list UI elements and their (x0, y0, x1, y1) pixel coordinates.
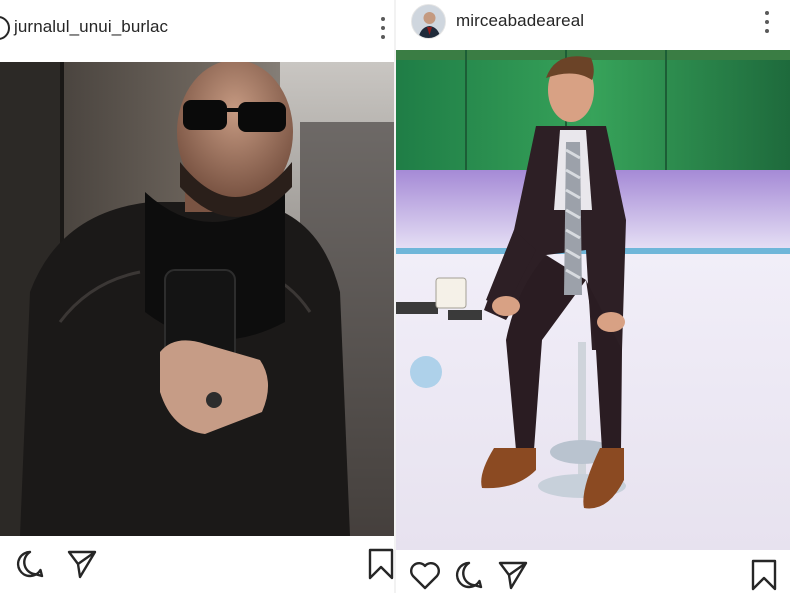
username-link[interactable]: mirceabadeareal (456, 11, 584, 31)
post-photo[interactable] (396, 50, 790, 550)
like-icon[interactable] (408, 558, 442, 592)
post-actions (396, 558, 790, 593)
post-photo[interactable] (0, 62, 394, 536)
more-vertical-icon[interactable] (762, 11, 772, 33)
post-header: jurnalul_unui_burlac (0, 0, 394, 58)
avatar[interactable] (411, 4, 446, 39)
elevator-selfie-image (0, 62, 394, 536)
bookmark-icon[interactable] (364, 547, 394, 581)
comment-icon[interactable] (452, 558, 486, 592)
tv-studio-image (396, 50, 790, 550)
avatar[interactable] (0, 16, 10, 40)
comment-icon[interactable] (13, 547, 47, 581)
username-link[interactable]: jurnalul_unui_burlac (14, 17, 168, 37)
more-vertical-icon[interactable] (378, 17, 388, 39)
bookmark-icon[interactable] (747, 558, 781, 592)
share-icon[interactable] (65, 547, 99, 581)
post-actions (0, 547, 394, 587)
post-card-left: jurnalul_unui_burlac (0, 0, 394, 593)
share-icon[interactable] (496, 558, 530, 592)
post-header: mirceabadeareal (396, 0, 790, 44)
post-card-right: mirceabadeareal (396, 0, 790, 593)
